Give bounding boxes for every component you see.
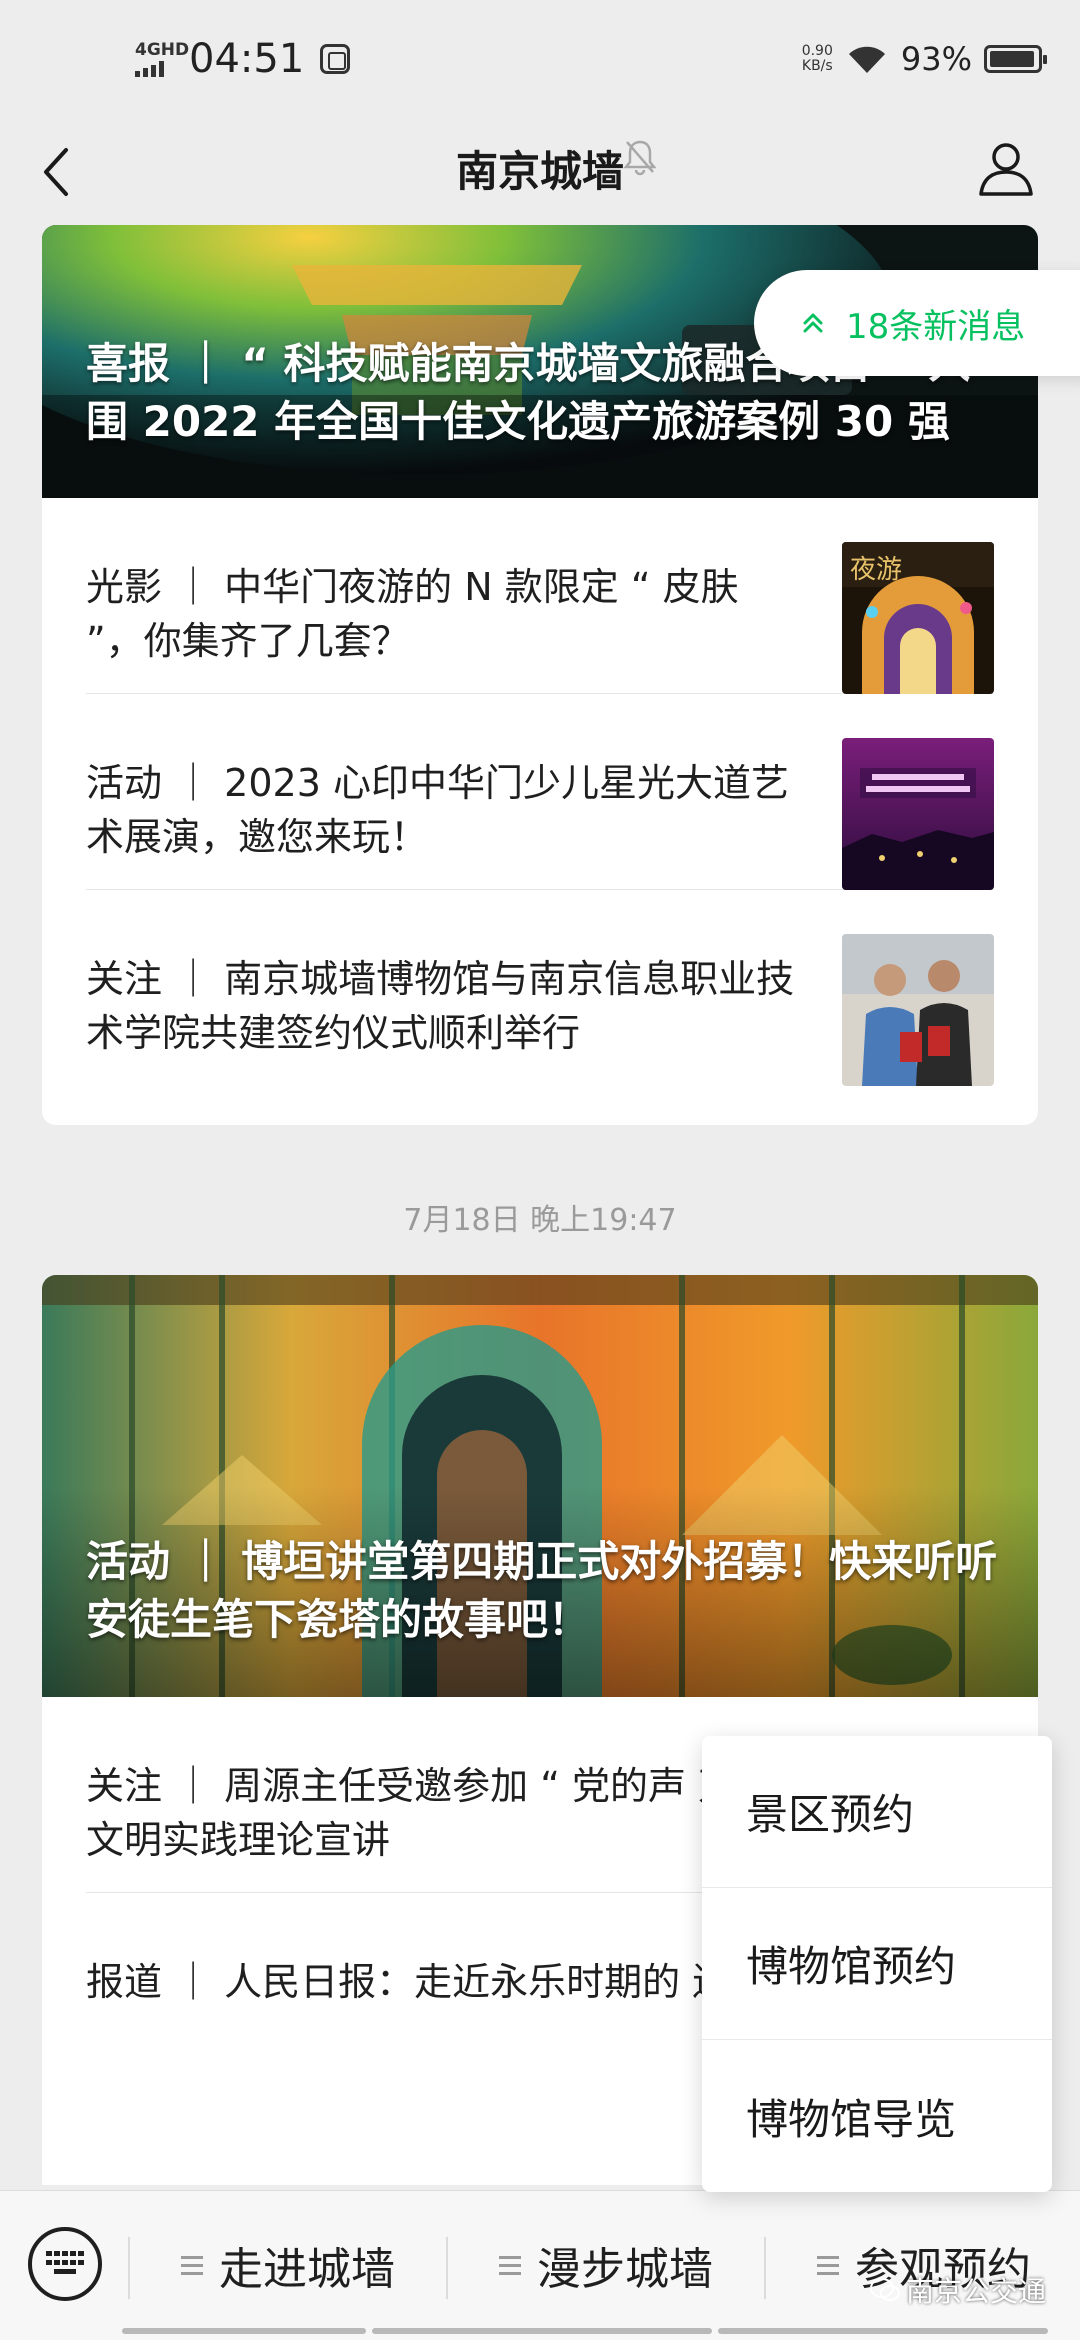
speed-unit: KB/s — [801, 58, 833, 74]
article-thumbnail: 夜游 — [842, 542, 994, 694]
watermark: 南京公交通 — [869, 2270, 1046, 2310]
menu-divider — [764, 2237, 766, 2299]
network-label: 4GHD — [135, 39, 190, 60]
menu-tab-enter-wall[interactable]: 走进城墙 — [132, 2213, 444, 2317]
speed-value: 0.90 — [801, 43, 833, 59]
wifi-icon — [848, 46, 885, 73]
menu-item-scenic-booking[interactable]: 景区预约 — [702, 1736, 1052, 1888]
new-messages-button[interactable]: 18条新消息 — [754, 270, 1080, 376]
page-title: 南京城墙 — [455, 147, 624, 196]
menu-divider — [446, 2237, 448, 2299]
watermark-text: 南京公交通 — [905, 2275, 1046, 2308]
menu-indicator — [718, 2328, 1048, 2334]
article-title: 光影 ｜ 中华门夜游的 N 款限定 “ 皮肤 ”，你集齐了几套？ — [86, 565, 739, 663]
list-item[interactable]: 关注 ｜ 南京城墙博物馆与南京信息职业技术学院共建签约仪式顺利举行 — [86, 890, 994, 1086]
mute-bell-icon — [623, 140, 657, 176]
menu-tab-label: 漫步城墙 — [537, 2244, 713, 2295]
article-title: 关注 ｜ 周源主任受邀参加 “ 党的声 万家 ” 文明实践理论宣讲 — [86, 1764, 806, 1862]
battery-percent: 93% — [900, 40, 972, 78]
app-notification-icon — [320, 44, 351, 74]
double-chevron-up-icon — [803, 313, 823, 333]
new-messages-label: 18条新消息 — [846, 306, 1026, 347]
list-item[interactable]: 光影 ｜ 中华门夜游的 N 款限定 “ 皮肤 ”，你集齐了几套？ 夜游 — [86, 498, 994, 694]
menu-lines-icon — [499, 2251, 521, 2280]
menu-lines-icon — [817, 2251, 839, 2280]
article-thumbnail — [842, 934, 994, 1086]
keyboard-icon — [46, 2251, 84, 2274]
bottom-menu: 走进城墙 漫步城墙 参观预约 — [0, 2190, 1080, 2340]
wechat-icon — [869, 2278, 900, 2301]
hero-title: 活动 ｜ 博垣讲堂第四期正式对外招募！快来听听安徒生笔下瓷塔的故事吧！ — [86, 1537, 998, 1644]
article-title: 关注 ｜ 南京城墙博物馆与南京信息职业技术学院共建签约仪式顺利举行 — [86, 957, 795, 1055]
profile-icon[interactable] — [976, 138, 1036, 198]
signal-icon — [135, 60, 183, 77]
message-timestamp: 7月18日 晚上19:47 — [403, 1203, 677, 1238]
network-speed: 0.90 KB/s — [802, 44, 833, 74]
keyboard-toggle-button[interactable] — [28, 2227, 102, 2301]
article-title: 报道 ｜ 人民日报：走近永乐时期的 遗产 — [86, 1960, 769, 2004]
menu-item-museum-booking[interactable]: 博物馆预约 — [702, 1888, 1052, 2040]
menu-item-museum-guide[interactable]: 博物馆导览 — [702, 2040, 1052, 2192]
battery-icon — [984, 45, 1047, 73]
clock: 04:51 — [189, 36, 305, 82]
article-title: 活动 ｜ 2023 心印中华门少儿星光大道艺术展演，邀您来玩！ — [86, 761, 789, 859]
menu-tab-walk-wall[interactable]: 漫步城墙 — [450, 2213, 762, 2317]
menu-lines-icon — [181, 2251, 203, 2280]
menu-tab-label: 走进城墙 — [219, 2244, 395, 2295]
submenu-popup: 景区预约 博物馆预约 博物馆导览 — [702, 1736, 1052, 2192]
hero-article[interactable]: 活动 ｜ 博垣讲堂第四期正式对外招募！快来听听安徒生笔下瓷塔的故事吧！ — [42, 1275, 1038, 1697]
status-left: 4GHD 04:51 — [135, 36, 351, 82]
menu-indicator — [372, 2328, 712, 2334]
nav-bar: 南京城墙 — [0, 120, 1080, 225]
network-indicator: 4GHD — [135, 39, 190, 77]
article-thumbnail — [842, 738, 994, 890]
svg-text:夜游: 夜游 — [850, 555, 902, 585]
list-item[interactable]: 活动 ｜ 2023 心印中华门少儿星光大道艺术展演，邀您来玩！ — [86, 694, 994, 890]
menu-indicator — [122, 2328, 366, 2334]
menu-divider — [128, 2237, 130, 2299]
status-right: 0.90 KB/s 93% — [802, 40, 1047, 78]
status-bar: 4GHD 04:51 0.90 KB/s 93% — [0, 0, 1080, 120]
